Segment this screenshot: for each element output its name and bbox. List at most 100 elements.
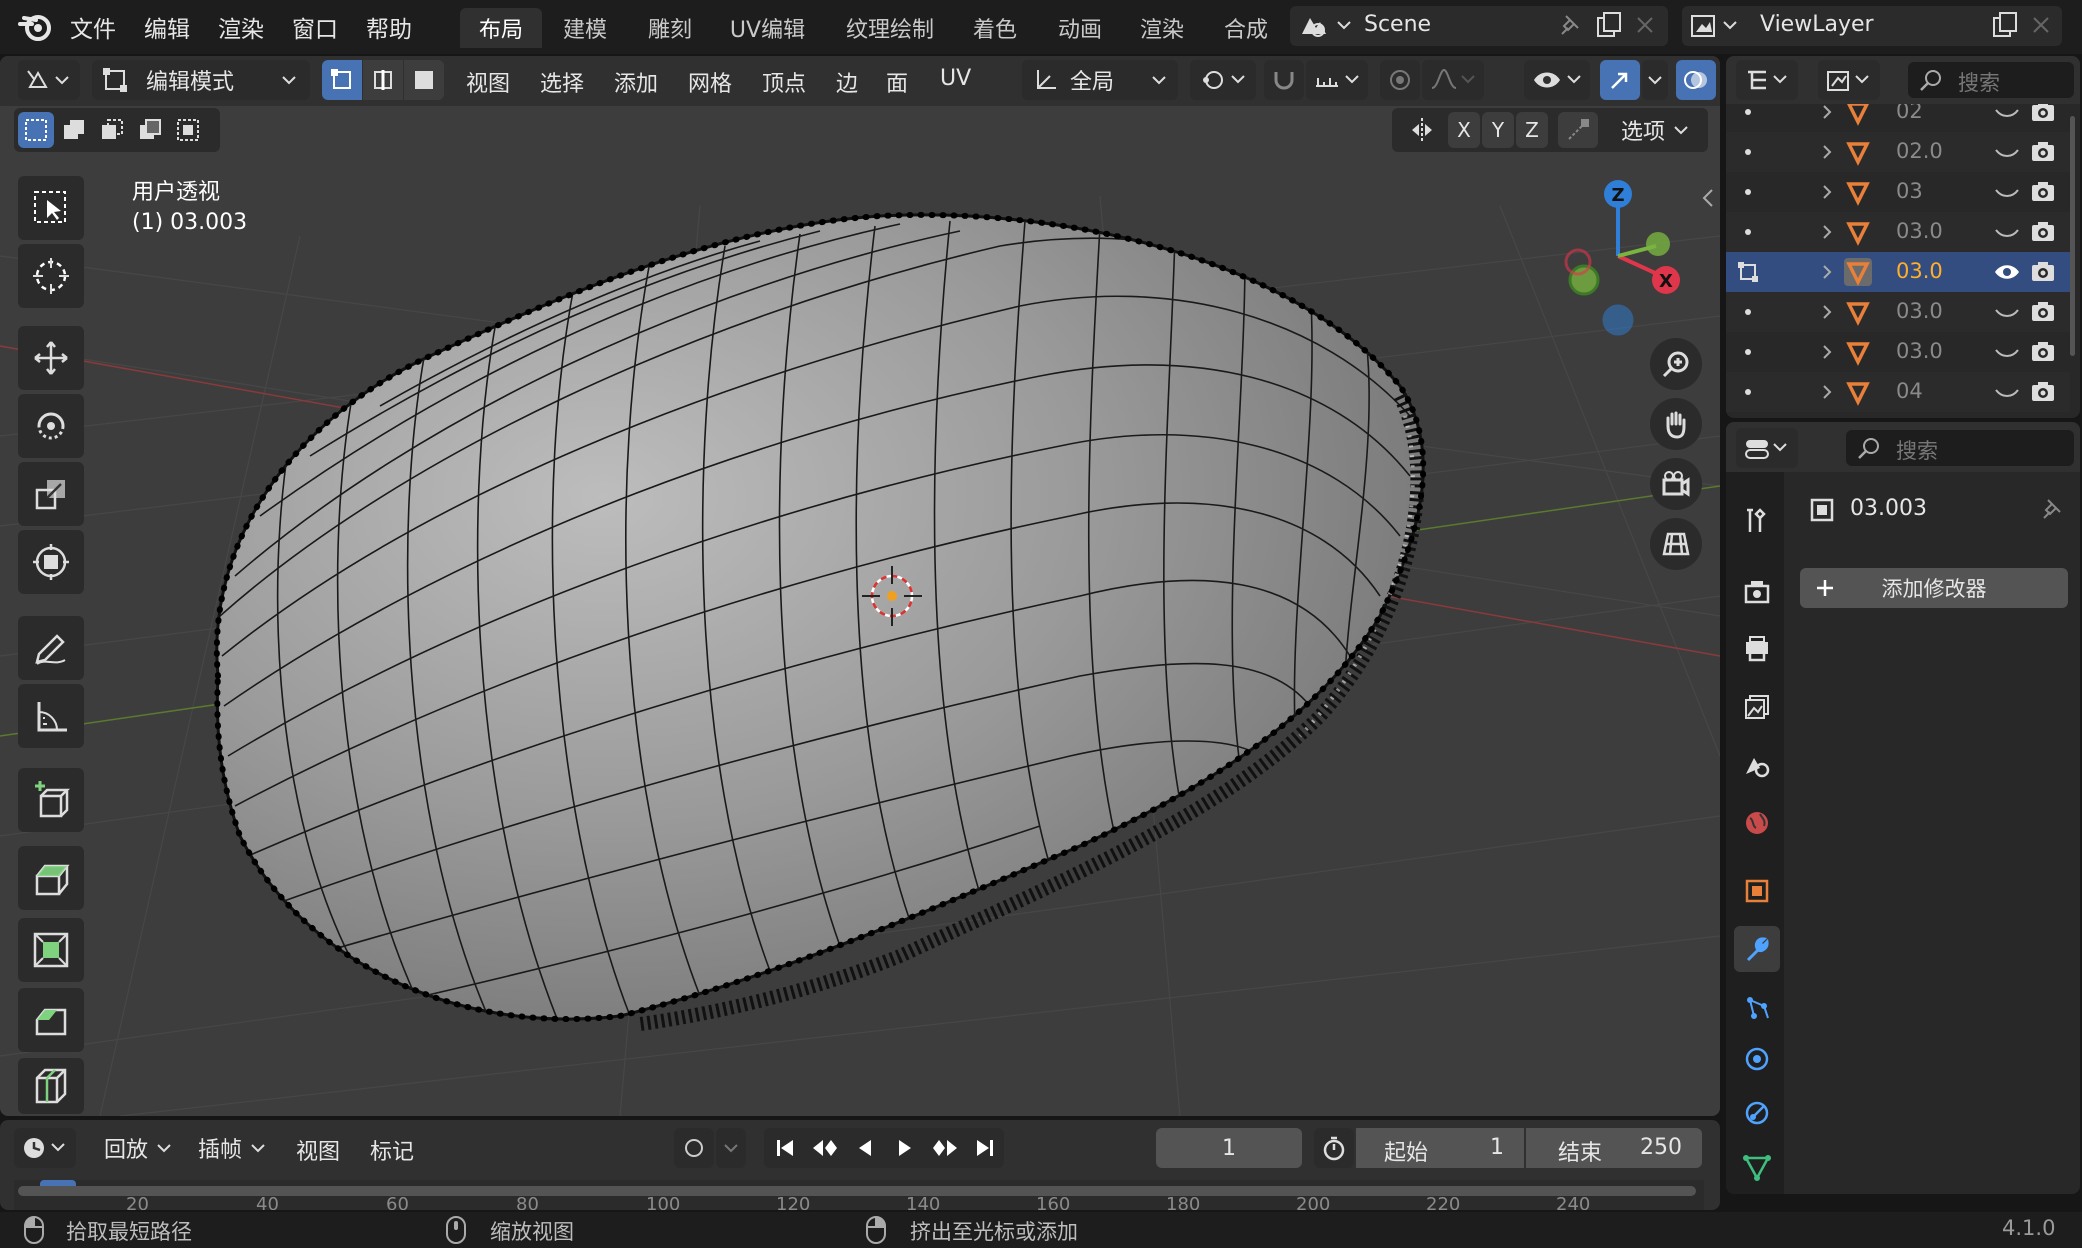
render-camera-icon[interactable]	[2030, 220, 2056, 244]
vertex-select-button[interactable]	[322, 60, 362, 100]
pin-icon[interactable]	[1556, 12, 1584, 40]
tab-view-layer[interactable]	[1734, 684, 1780, 730]
tool-measure[interactable]	[18, 684, 84, 748]
tool-move[interactable]	[18, 326, 84, 390]
tab-output[interactable]	[1734, 626, 1780, 672]
outliner-row[interactable]: 03.0	[1726, 212, 2070, 252]
render-camera-icon[interactable]	[2030, 340, 2056, 364]
prev-keyframe-button[interactable]	[806, 1128, 844, 1168]
mirror-z-button[interactable]: Z	[1516, 112, 1548, 148]
tab-modeling[interactable]: 建模	[545, 8, 625, 48]
outliner-row[interactable]: 03.0	[1726, 252, 2070, 292]
tab-compositing[interactable]: 合成	[1205, 8, 1287, 48]
edit-mode-icon[interactable]	[1736, 260, 1760, 284]
bullet-dot-icon[interactable]	[1736, 140, 1760, 164]
outliner-editor-type[interactable]	[1736, 60, 1798, 100]
perspective-toggle-button[interactable]	[1650, 518, 1702, 570]
play-reverse-button[interactable]	[846, 1128, 884, 1168]
menu-uv[interactable]: UV	[940, 66, 971, 91]
editor-type-button[interactable]	[18, 60, 80, 100]
timeline-marker-menu[interactable]: 标记	[370, 1134, 414, 1166]
delete-scene-icon[interactable]	[1632, 12, 1658, 38]
menu-help[interactable]: 帮助	[366, 0, 412, 54]
menu-add[interactable]: 添加	[614, 66, 658, 98]
expand-arrow-icon[interactable]	[1818, 342, 1836, 362]
eye-icon[interactable]	[1992, 260, 2022, 284]
properties-editor-type[interactable]	[1736, 428, 1798, 468]
proportional-edit-button[interactable]	[1380, 60, 1420, 100]
timeline-scrollbar[interactable]	[18, 1186, 1696, 1196]
start-frame-field[interactable]: 起始 1	[1356, 1128, 1524, 1168]
outliner-search-field[interactable]: 搜索	[1908, 62, 2074, 98]
add-modifier-button[interactable]: 添加修改器	[1800, 568, 2068, 608]
render-layer-icon[interactable]	[1688, 10, 1740, 42]
menu-window[interactable]: 窗口	[292, 0, 338, 54]
tab-object[interactable]	[1734, 868, 1780, 914]
tab-shading[interactable]: 着色	[955, 8, 1035, 48]
outliner-scrollbar[interactable]	[2070, 116, 2075, 356]
mode-selector[interactable]: 编辑模式	[92, 60, 310, 100]
face-select-button[interactable]	[404, 60, 444, 100]
menu-view[interactable]: 视图	[466, 66, 510, 98]
options-dropdown[interactable]: 选项	[1608, 112, 1704, 148]
bullet-dot-icon[interactable]	[1736, 380, 1760, 404]
view-layer-name[interactable]: ViewLayer	[1760, 12, 1874, 37]
select-difference-button[interactable]	[132, 112, 168, 148]
viewport-3d[interactable]: 编辑模式 视图 选择 添加 网格 顶点 边 面 UV 全局 X Y Z 选项 用…	[0, 56, 1720, 1116]
jump-start-button[interactable]	[766, 1128, 804, 1168]
bullet-dot-icon[interactable]	[1736, 104, 1760, 124]
tab-texture-paint[interactable]: 纹理绘制	[830, 8, 950, 48]
sidebar-toggle-icon[interactable]	[1700, 186, 1716, 210]
render-camera-icon[interactable]	[2030, 180, 2056, 204]
playback-menu[interactable]: 回放	[96, 1128, 182, 1168]
outliner-row[interactable]: 03.0	[1726, 292, 2070, 332]
tab-scene[interactable]	[1734, 742, 1780, 788]
outliner-row[interactable]: 04	[1726, 372, 2070, 412]
falloff-button[interactable]	[1422, 60, 1484, 100]
bullet-dot-icon[interactable]	[1736, 300, 1760, 324]
snap-toggle-button[interactable]	[1264, 60, 1304, 100]
navigation-gizmo[interactable]: Z X	[1548, 176, 1688, 346]
menu-edge[interactable]: 边	[836, 66, 858, 98]
render-camera-icon[interactable]	[2030, 260, 2056, 284]
outliner-row[interactable]: 02	[1726, 104, 2070, 132]
render-camera-icon[interactable]	[2030, 380, 2056, 404]
tool-extrude[interactable]	[18, 846, 84, 910]
tab-tool[interactable]	[1734, 498, 1780, 544]
timeline-editor-type[interactable]	[14, 1128, 76, 1168]
zoom-view-button[interactable]	[1650, 338, 1702, 390]
keying-set-dropdown[interactable]	[716, 1128, 746, 1168]
render-camera-icon[interactable]	[2030, 300, 2056, 324]
menu-edit[interactable]: 编辑	[144, 0, 190, 54]
eye-closed-icon[interactable]	[1992, 300, 2022, 324]
timeline-view-menu[interactable]: 视图	[296, 1134, 340, 1166]
tab-modifiers[interactable]	[1734, 926, 1780, 972]
delete-view-layer-icon[interactable]	[2028, 12, 2054, 38]
transform-orientation-selector[interactable]: 全局	[1022, 60, 1178, 100]
outliner-display-mode[interactable]	[1818, 60, 1880, 100]
menu-vertex[interactable]: 顶点	[762, 66, 806, 98]
tool-annotate[interactable]	[18, 616, 84, 680]
tool-loop-cut[interactable]	[18, 1058, 84, 1114]
tool-rotate[interactable]	[18, 394, 84, 458]
tab-mesh-data[interactable]	[1734, 1144, 1780, 1190]
end-frame-field[interactable]: 结束 250	[1526, 1128, 1702, 1168]
tab-sculpting[interactable]: 雕刻	[630, 8, 710, 48]
mesh-object[interactable]	[213, 211, 1427, 1031]
outliner-row[interactable]: 03	[1726, 172, 2070, 212]
expand-arrow-icon[interactable]	[1818, 382, 1836, 402]
outliner-row[interactable]: 02.0	[1726, 132, 2070, 172]
tab-animation[interactable]: 动画	[1040, 8, 1120, 48]
menu-face[interactable]: 面	[886, 66, 908, 98]
select-intersect-button[interactable]	[170, 112, 206, 148]
scene-selector[interactable]: Scene	[1290, 6, 1668, 46]
play-button[interactable]	[886, 1128, 924, 1168]
new-view-layer-icon[interactable]	[1990, 10, 2020, 40]
expand-arrow-icon[interactable]	[1818, 222, 1836, 242]
viewport-canvas[interactable]	[0, 56, 1720, 1116]
mirror-x-button[interactable]: X	[1448, 112, 1480, 148]
mirror-icon[interactable]	[1404, 112, 1440, 148]
menu-file[interactable]: 文件	[70, 0, 116, 54]
tool-cursor[interactable]	[18, 244, 84, 308]
keying-menu[interactable]: 插帧	[190, 1128, 276, 1168]
